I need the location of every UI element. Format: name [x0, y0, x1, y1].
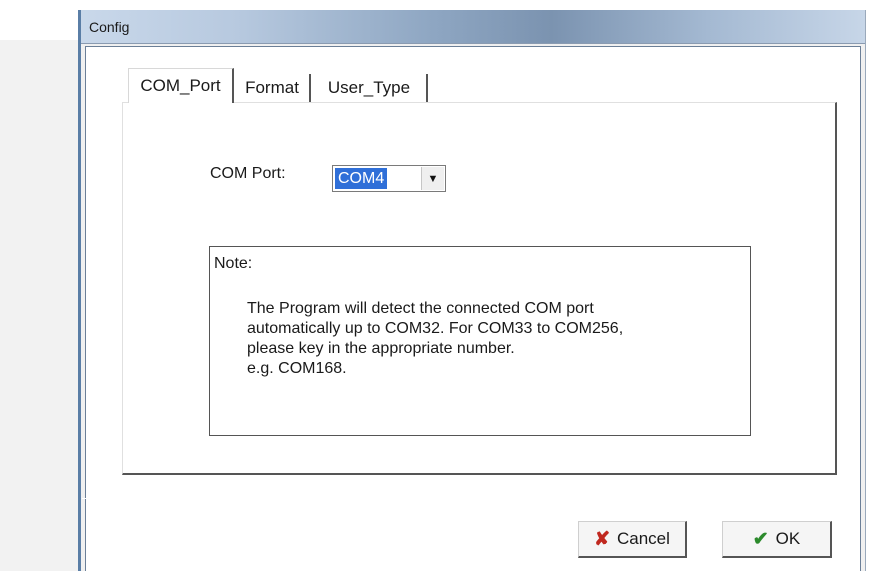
divider	[82, 498, 860, 499]
tab-label: Format	[245, 78, 299, 97]
note-line: please key in the appropriate number.	[247, 340, 515, 357]
tab-user-type[interactable]: User_Type	[312, 74, 428, 102]
chevron-down-icon[interactable]: ▼	[421, 167, 444, 190]
tab-format[interactable]: Format	[235, 74, 311, 102]
cancel-x-icon: ✘	[594, 528, 610, 550]
cancel-button-label: Cancel	[617, 529, 670, 548]
ok-button[interactable]: ✔ OK	[722, 521, 832, 558]
note-title: Note:	[214, 255, 253, 272]
checkmark-icon: ✔	[752, 528, 769, 550]
window-title: Config	[89, 19, 130, 35]
note-line: The Program will detect the connected CO…	[247, 300, 594, 317]
tab-label: User_Type	[327, 78, 411, 97]
note-line: automatically up to COM32. For COM33 to …	[247, 320, 624, 337]
com-port-selected-value: COM4	[335, 168, 388, 189]
title-bar[interactable]: Config	[81, 10, 865, 44]
com-port-label: COM Port:	[210, 165, 286, 182]
cancel-button[interactable]: ✘ Cancel	[578, 521, 687, 558]
ok-button-label: OK	[775, 529, 801, 548]
com-port-select[interactable]: COM4 ▼	[332, 165, 446, 192]
note-line: e.g. COM168.	[247, 360, 347, 377]
note-body: The Program will detect the connected CO…	[247, 299, 737, 379]
note-box: Note: The Program will detect the connec…	[209, 246, 751, 436]
tab-label: COM_Port	[140, 76, 221, 95]
desktop-background	[0, 40, 78, 571]
tab-com-port[interactable]: COM_Port	[128, 68, 234, 103]
